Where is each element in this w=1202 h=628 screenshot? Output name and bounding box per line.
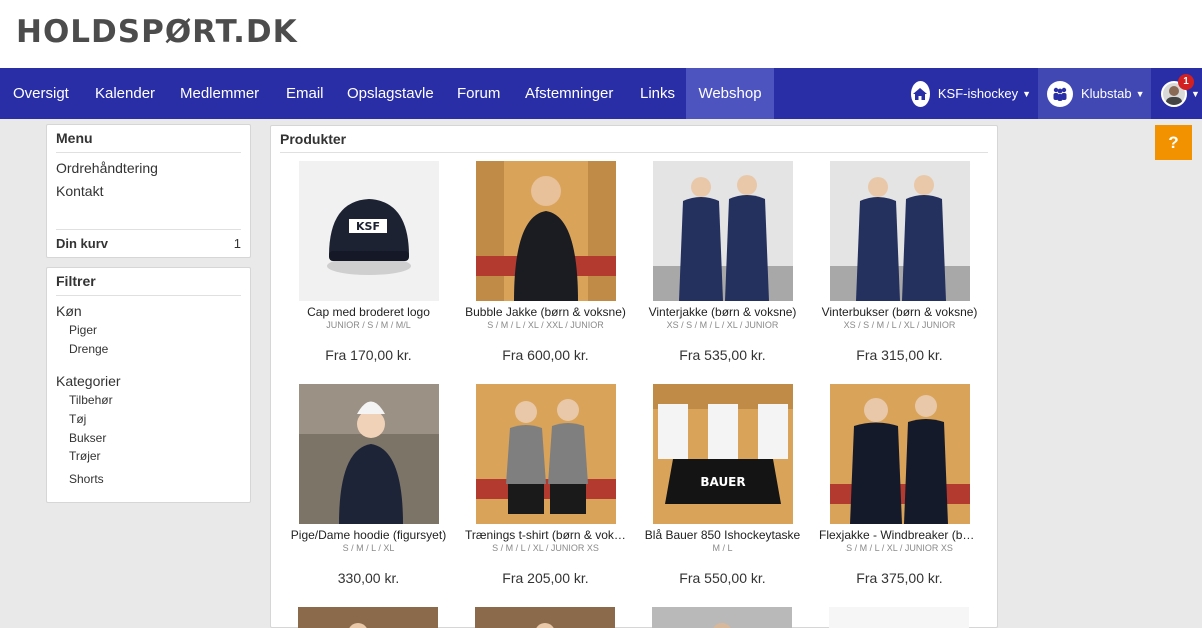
product-name[interactable]: Pige/Dame hoodie (figursyet) <box>280 528 457 542</box>
product-image[interactable]: BAUER <box>652 384 793 524</box>
product-price: Fra 600,00 kr. <box>502 347 589 363</box>
notification-badge: 1 <box>1178 74 1194 90</box>
help-button[interactable]: ? <box>1155 125 1192 160</box>
filter-option-tilbehor[interactable]: Tilbehør <box>69 393 113 407</box>
product-price: Fra 375,00 kr. <box>856 570 943 586</box>
chevron-down-icon: ▼ <box>1135 88 1145 99</box>
product-sizes: S / M / L / XL / JUNIOR XS <box>492 543 599 553</box>
filter-panel: Filtrer Køn Piger Drenge Kategorier Tilb… <box>46 267 251 503</box>
product-sizes: S / M / L / XL <box>342 543 395 553</box>
product-name[interactable]: Vinterbukser (børn & voksne) <box>811 305 988 319</box>
product-card[interactable]: Vinterjakke (børn & voksne) XS / S / M /… <box>634 161 811 363</box>
products-panel: Produkter KSF Cap med broderet logo JUNI… <box>270 125 998 628</box>
filter-option-bukser[interactable]: Bukser <box>69 431 106 445</box>
team-selector[interactable]: KSF-ishockey ▼ <box>911 68 1031 119</box>
nav-item-forum[interactable]: Forum <box>457 68 500 119</box>
filter-option-shorts[interactable]: Shorts <box>69 472 104 486</box>
nav-item-kalender[interactable]: Kalender <box>95 68 155 119</box>
chevron-down-icon: ▼ <box>1022 88 1031 99</box>
menu-title: Menu <box>56 125 241 153</box>
product-price: Fra 170,00 kr. <box>325 347 412 363</box>
product-card[interactable]: KSF Cap med broderet logo JUNIOR / S / M… <box>280 161 457 363</box>
product-sizes: XS / S / M / L / XL / JUNIOR <box>843 320 956 330</box>
svg-text:KSF: KSF <box>356 220 380 233</box>
product-sizes: S / M / L / XL / XXL / JUNIOR <box>487 320 604 330</box>
product-card[interactable]: Trænings t-shirt (børn & voksne) S / M /… <box>457 384 634 586</box>
nav-item-webshop[interactable]: Webshop <box>686 68 774 119</box>
product-name[interactable]: Blå Bauer 850 Ishockeytaske <box>634 528 811 542</box>
product-image[interactable] <box>475 384 616 524</box>
product-image[interactable]: KSF <box>298 161 439 301</box>
menu-link-orders[interactable]: Ordrehåndtering <box>56 160 158 176</box>
svg-text:BAUER: BAUER <box>700 475 745 489</box>
product-name[interactable]: Cap med broderet logo <box>280 305 457 319</box>
product-sizes: XS / S / M / L / XL / JUNIOR <box>666 320 779 330</box>
filter-option-toj[interactable]: Tøj <box>69 412 86 426</box>
product-sizes: S / M / L / XL / JUNIOR XS <box>846 543 953 553</box>
cart-row[interactable]: Din kurv 1 <box>56 229 241 251</box>
product-price: 330,00 kr. <box>337 570 400 586</box>
filter-category-heading: Kategorier <box>56 373 121 389</box>
product-image[interactable] <box>652 161 793 301</box>
filter-option-trojer[interactable]: Trøjer <box>69 449 101 463</box>
club-selector[interactable]: Klubstab ▼ <box>1038 68 1151 119</box>
product-card[interactable]: Bubble Jakke (børn & voksne) S / M / L /… <box>457 161 634 363</box>
product-name[interactable]: Trænings t-shirt (børn & voksne) <box>457 528 634 542</box>
home-icon <box>911 80 930 107</box>
user-menu[interactable]: ▼ 1 <box>1151 68 1202 119</box>
product-price: Fra 205,00 kr. <box>502 570 589 586</box>
product-image[interactable] <box>652 607 792 628</box>
product-image[interactable] <box>475 607 615 628</box>
site-logo[interactable]: HOLDSPØRT.DK <box>16 14 298 50</box>
nav-item-oversigt[interactable]: Oversigt <box>13 68 69 119</box>
product-name[interactable]: Vinterjakke (børn & voksne) <box>634 305 811 319</box>
product-sizes: JUNIOR / S / M / M/L <box>326 320 411 330</box>
product-image[interactable] <box>829 607 969 628</box>
menu-link-contact[interactable]: Kontakt <box>56 183 103 199</box>
filter-gender-heading: Køn <box>56 303 82 319</box>
nav-item-links[interactable]: Links <box>640 68 675 119</box>
nav-item-opslagstavle[interactable]: Opslagstavle <box>347 68 434 119</box>
nav-item-afstemninger[interactable]: Afstemninger <box>525 68 613 119</box>
club-label: Klubstab <box>1081 86 1132 101</box>
nav-item-email[interactable]: Email <box>286 68 324 119</box>
top-bar: HOLDSPØRT.DK <box>0 0 1202 68</box>
nav-item-medlemmer[interactable]: Medlemmer <box>180 68 259 119</box>
product-image[interactable] <box>829 161 970 301</box>
main-nav: Oversigt Kalender Medlemmer Email Opslag… <box>0 68 1202 119</box>
product-name[interactable]: Flexjakke - Windbreaker (børn & voksne) <box>811 528 988 542</box>
product-image[interactable] <box>829 384 970 524</box>
product-price: Fra 550,00 kr. <box>679 570 766 586</box>
people-icon <box>1047 80 1073 107</box>
team-label: KSF-ishockey <box>937 86 1019 101</box>
chevron-down-icon: ▼ <box>1191 88 1200 99</box>
cart-label: Din kurv <box>56 236 109 251</box>
product-image[interactable] <box>298 607 438 628</box>
menu-panel: Menu Ordrehåndtering Kontakt Din kurv 1 <box>46 124 251 258</box>
product-price: Fra 315,00 kr. <box>856 347 943 363</box>
product-card[interactable]: BAUER Blå Bauer 850 Ishockeytaske M / L … <box>634 384 811 586</box>
product-card[interactable]: Vinterbukser (børn & voksne) XS / S / M … <box>811 161 988 363</box>
product-sizes: M / L <box>712 543 733 553</box>
product-image[interactable] <box>298 384 439 524</box>
product-price: Fra 535,00 kr. <box>679 347 766 363</box>
product-name[interactable]: Bubble Jakke (børn & voksne) <box>457 305 634 319</box>
product-card[interactable]: Flexjakke - Windbreaker (børn & voksne) … <box>811 384 988 586</box>
products-title: Produkter <box>280 131 347 147</box>
product-card[interactable]: Pige/Dame hoodie (figursyet) S / M / L /… <box>280 384 457 586</box>
filter-option-drenge[interactable]: Drenge <box>69 342 108 356</box>
product-image[interactable] <box>475 161 616 301</box>
cart-count: 1 <box>233 236 241 251</box>
filter-option-piger[interactable]: Piger <box>69 323 97 337</box>
filter-title: Filtrer <box>56 268 241 296</box>
